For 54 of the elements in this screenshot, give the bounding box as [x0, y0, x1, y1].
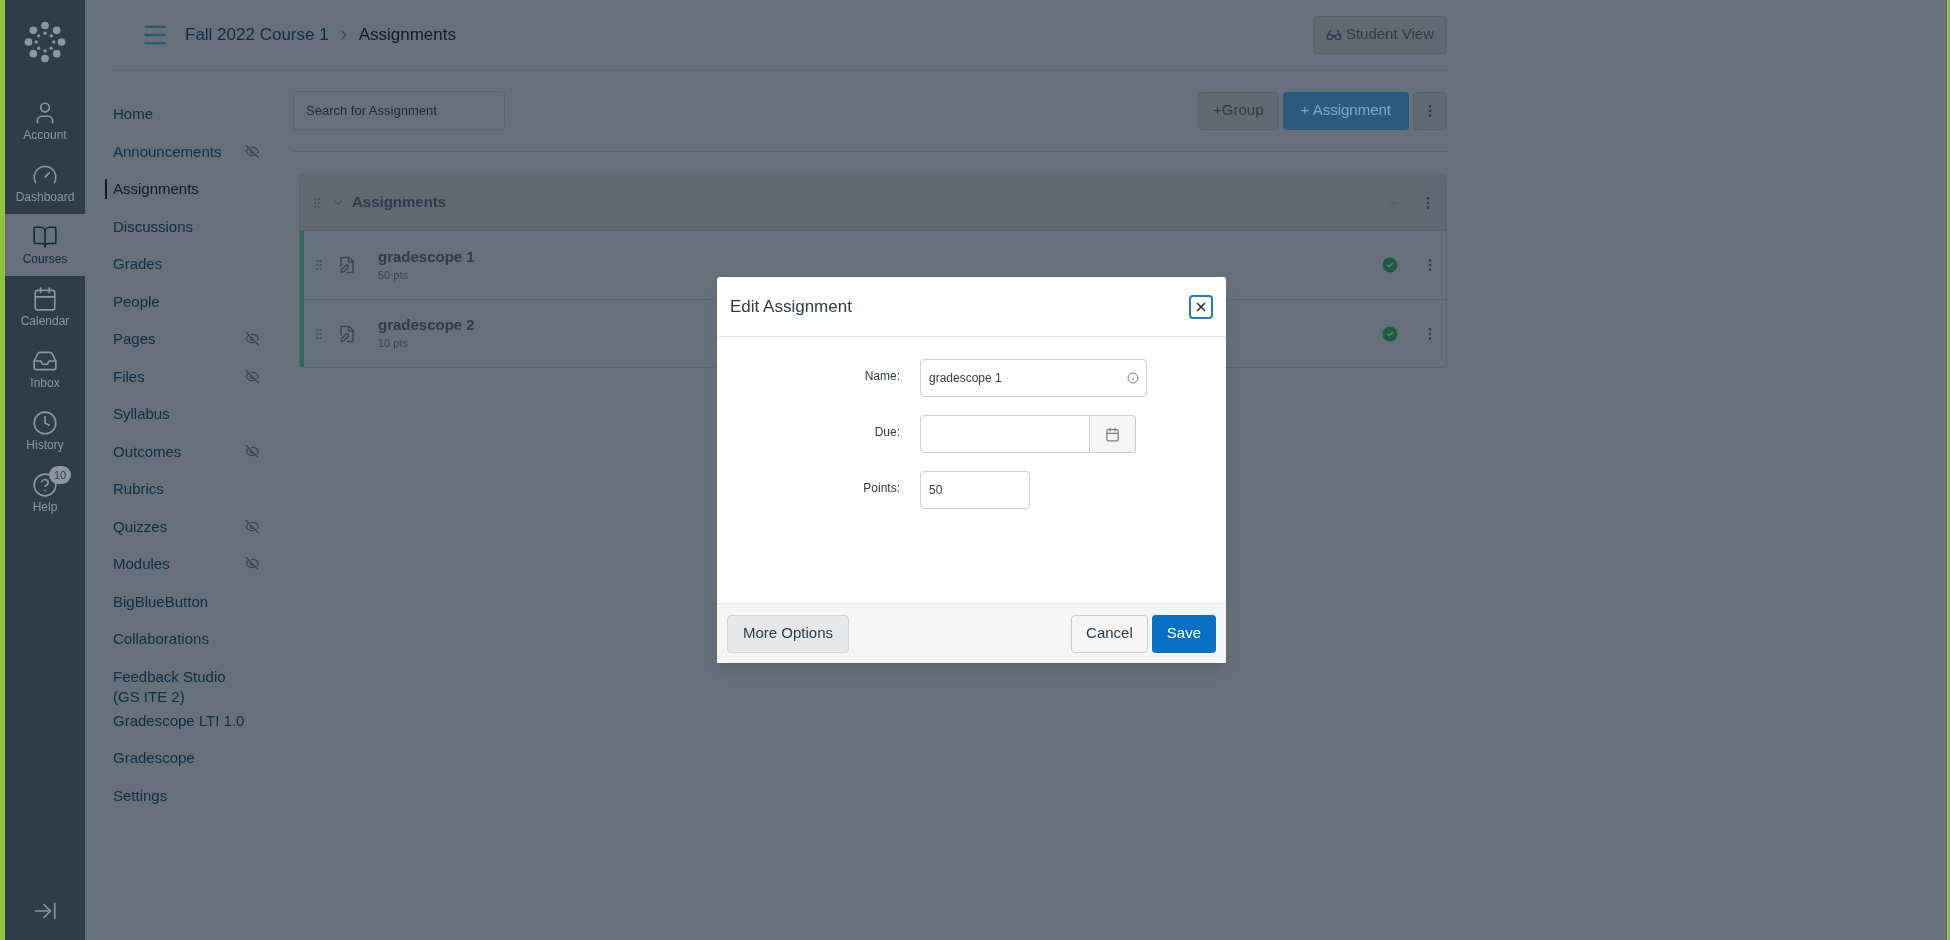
global-nav-item[interactable]: Calendar	[5, 276, 85, 338]
field-label: Due:	[873, 424, 900, 441]
course-nav-link[interactable]: People	[105, 291, 250, 312]
course-nav-link[interactable]: Rubrics	[105, 479, 250, 499]
course-nav-link[interactable]: Gradescope	[105, 748, 250, 768]
global-nav-item[interactable]: Courses	[5, 214, 85, 276]
logo-icon[interactable]	[23, 20, 67, 64]
global-nav-item[interactable]: Inbox	[5, 338, 85, 400]
global-nav-item[interactable]: Help 10	[5, 462, 85, 524]
close-button[interactable]	[1189, 294, 1213, 319]
calendar-icon	[1105, 426, 1120, 442]
course-nav-link[interactable]: Collaborations	[105, 629, 250, 649]
global-nav-item[interactable]: Account	[5, 90, 85, 152]
more-button[interactable]	[1413, 91, 1447, 130]
assignment-icon	[338, 256, 356, 274]
course-nav-link[interactable]: Pages	[105, 329, 245, 349]
cancel-button[interactable]: Cancel	[1071, 614, 1148, 653]
course-nav-link[interactable]: Discussions	[105, 216, 250, 237]
more-options-button[interactable]: More Options	[727, 614, 850, 653]
course-nav-link[interactable]: Assignments	[105, 179, 250, 199]
calendar-icon	[32, 286, 58, 312]
clock-icon	[32, 410, 58, 436]
published-icon[interactable]	[1380, 255, 1400, 275]
search-field[interactable]: Search for Assignment	[293, 90, 505, 131]
breadcrumb-link[interactable]: Fall 2022 Course 1	[185, 21, 329, 48]
course-nav-link[interactable]: Grades	[105, 254, 250, 274]
course-nav-link[interactable]: Announcements	[105, 141, 245, 162]
breadcrumb-current: Assignments	[358, 23, 456, 46]
field-label: Points:	[862, 480, 900, 497]
global-nav-item[interactable]: History	[5, 400, 85, 462]
course-nav-link[interactable]: Files	[105, 366, 245, 387]
field-label: Name:	[863, 368, 900, 385]
course-nav-link[interactable]: Outcomes	[105, 441, 245, 462]
points-field[interactable]: 50	[920, 471, 1030, 509]
course-nav-link[interactable]: Quizzes	[105, 516, 245, 537]
calendar-button[interactable]	[1090, 415, 1136, 453]
course-nav-link[interactable]: Gradescope LTI 1.0	[105, 710, 250, 731]
global-nav-item[interactable]: Dashboard	[5, 152, 85, 214]
published-icon[interactable]	[1380, 323, 1400, 344]
save-button[interactable]: Save	[1151, 614, 1216, 653]
assignment-icon	[338, 324, 356, 343]
notification-badge: 10	[49, 466, 72, 484]
dialog-title: Edit Assignment	[730, 295, 852, 318]
book-icon	[32, 224, 58, 250]
course-nav-link[interactable]: Home	[105, 104, 250, 124]
date-field[interactable]	[920, 415, 1090, 453]
course-nav-link[interactable]: Settings	[105, 785, 250, 806]
course-nav-link[interactable]: Syllabus	[105, 404, 250, 424]
name-field[interactable]: gradescope 1	[920, 359, 1147, 397]
info-icon	[1127, 372, 1139, 384]
course-nav-link[interactable]: Feedback Studio (GS ITE 2)	[105, 666, 250, 707]
course-nav-link[interactable]: Modules	[105, 554, 245, 574]
course-nav-link[interactable]: BigBlueButton	[105, 591, 250, 612]
add-assignment-button[interactable]: + Assignment	[1282, 91, 1409, 130]
